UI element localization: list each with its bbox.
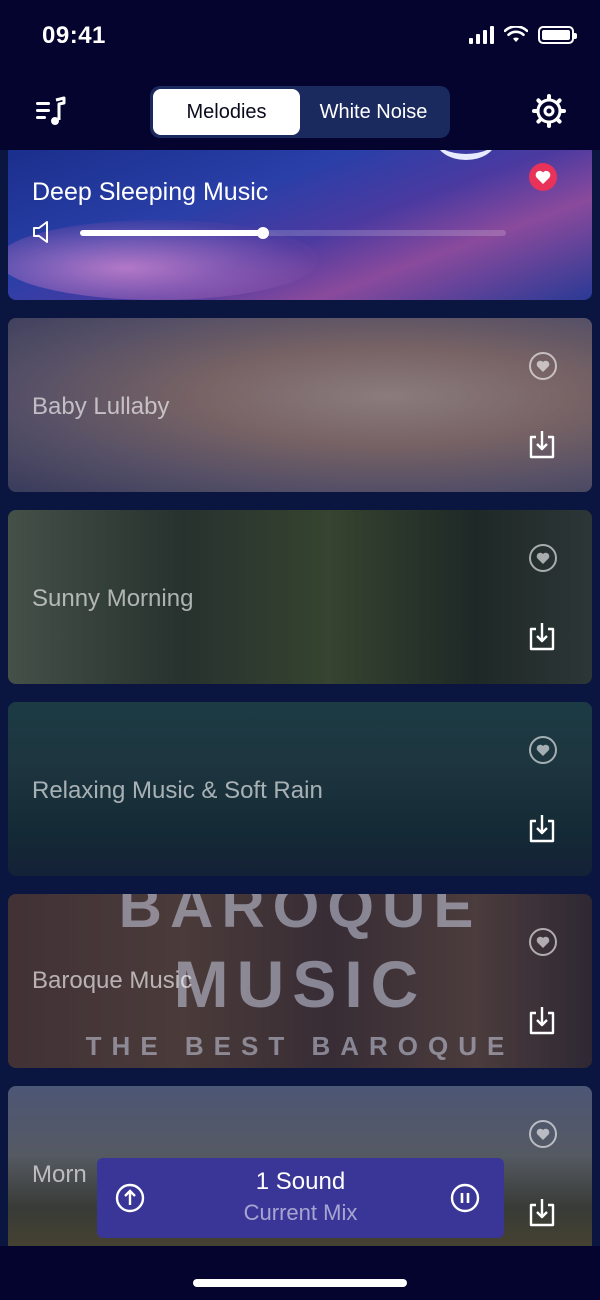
track-list: Deep Sleeping Music Baby Lullaby Sunny M…: [0, 150, 600, 1246]
settings-icon[interactable]: [532, 94, 566, 128]
mix-subtitle: Current Mix: [243, 1200, 358, 1225]
track-title: Relaxing Music & Soft Rain: [32, 777, 323, 804]
wifi-icon: [504, 26, 528, 42]
now-playing-card[interactable]: Deep Sleeping Music: [8, 150, 592, 300]
track-title: Morn: [32, 1161, 87, 1188]
track-card[interactable]: Relaxing Music & Soft Rain: [8, 702, 592, 876]
moon-artwork: [436, 150, 496, 160]
track-title: Baroque Music: [32, 967, 193, 994]
home-indicator[interactable]: [193, 1279, 407, 1287]
artwork-text: BAROQUE: [118, 894, 482, 940]
playlist-icon[interactable]: [34, 96, 68, 128]
mini-player[interactable]: 1 Sound Current Mix: [97, 1158, 504, 1238]
artwork-text: THE BEST BAROQUE: [85, 1031, 515, 1061]
heart-icon[interactable]: [528, 351, 558, 381]
download-icon[interactable]: [528, 1197, 556, 1227]
download-icon[interactable]: [528, 429, 556, 459]
pause-icon[interactable]: [450, 1183, 480, 1213]
track-title: Baby Lullaby: [32, 393, 170, 420]
track-card[interactable]: Sunny Morning: [8, 510, 592, 684]
track-card[interactable]: Baby Lullaby: [8, 318, 592, 492]
battery-icon: [538, 26, 577, 44]
now-playing-title: Deep Sleeping Music: [32, 178, 269, 206]
volume-slider[interactable]: [80, 227, 506, 239]
cellular-signal-icon: [469, 26, 494, 44]
download-icon[interactable]: [528, 813, 556, 843]
heart-icon[interactable]: [528, 543, 558, 573]
speaker-icon[interactable]: [32, 220, 54, 244]
download-icon[interactable]: [528, 621, 556, 651]
status-icons: [469, 26, 577, 44]
track-card[interactable]: BAROQUE MUSIC THE BEST BAROQUE Baroque M…: [8, 894, 592, 1068]
status-bar: 09:41: [0, 0, 600, 76]
heart-icon[interactable]: [528, 1119, 558, 1149]
download-icon[interactable]: [528, 1005, 556, 1035]
heart-icon[interactable]: [528, 735, 558, 765]
heart-icon[interactable]: [528, 927, 558, 957]
header: Melodies White Noise: [0, 80, 600, 146]
track-title: Sunny Morning: [32, 585, 194, 612]
mix-count: 1 Sound: [255, 1168, 346, 1195]
volume-fill: [80, 230, 264, 236]
tab-white-noise[interactable]: White Noise: [300, 89, 447, 135]
heart-icon[interactable]: [528, 162, 558, 192]
status-time: 09:41: [42, 22, 106, 49]
tab-switcher: Melodies White Noise: [150, 86, 450, 138]
tab-melodies[interactable]: Melodies: [153, 89, 300, 135]
